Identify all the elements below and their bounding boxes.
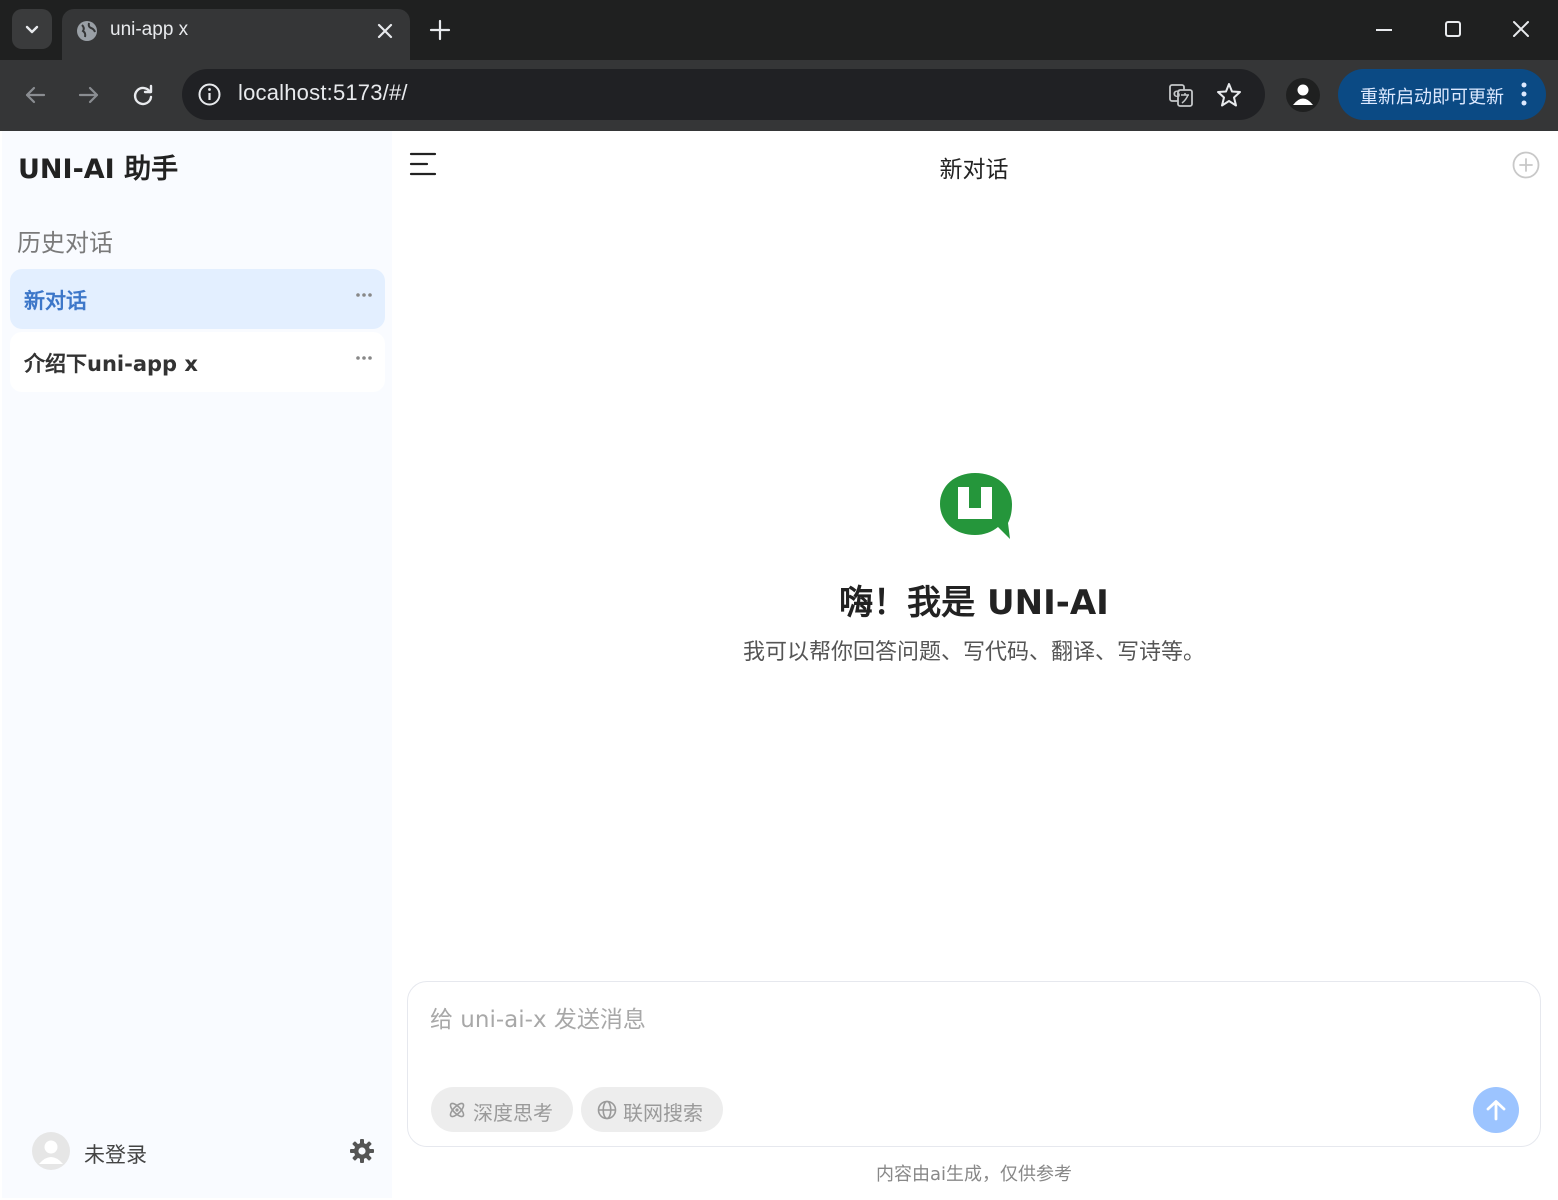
- message-input[interactable]: [430, 1004, 1330, 1036]
- tab-search-button[interactable]: [12, 9, 52, 49]
- user-row: 未登录: [32, 1131, 374, 1173]
- browser-tab[interactable]: uni-app x: [62, 9, 410, 60]
- translate-icon[interactable]: G: [1167, 81, 1195, 109]
- conversation-label: 介绍下uni-app x: [24, 352, 198, 376]
- web-search-label: 联网搜索: [623, 1101, 703, 1125]
- deep-think-label: 深度思考: [473, 1101, 553, 1125]
- more-horizontal-icon[interactable]: [355, 291, 373, 299]
- back-arrow-icon[interactable]: [20, 80, 50, 110]
- url-text[interactable]: localhost:5173/#/: [238, 80, 408, 106]
- close-tab-icon[interactable]: [374, 20, 396, 42]
- reload-icon[interactable]: [128, 80, 158, 110]
- message-composer: 深度思考 联网搜索: [407, 981, 1541, 1147]
- minimize-icon[interactable]: [1369, 14, 1399, 44]
- web-search-toggle[interactable]: 联网搜索: [581, 1087, 723, 1132]
- more-horizontal-icon[interactable]: [355, 354, 373, 362]
- send-button[interactable]: [1473, 1087, 1519, 1133]
- conversation-item-active[interactable]: 新对话: [10, 269, 385, 329]
- update-button-label: 重新启动即可更新: [1360, 87, 1504, 107]
- arrow-up-icon: [1486, 1100, 1506, 1121]
- chevron-down-icon: [25, 25, 39, 34]
- bookmark-star-icon[interactable]: [1215, 81, 1243, 109]
- user-login-status[interactable]: 未登录: [84, 1139, 147, 1169]
- tab-title: uni-app x: [110, 19, 189, 40]
- browser-titlebar: uni-app x: [0, 0, 1558, 60]
- chat-main: 新对话 嗨！我是 UNI-AI 我可以帮你回答问题、写代码、翻译、写诗等。 深度…: [392, 131, 1556, 1198]
- forward-arrow-icon[interactable]: [74, 80, 104, 110]
- globe-icon: [597, 1100, 617, 1120]
- sidebar: UNI-AI 助手 历史对话 新对话 介绍下uni-app x 未登录: [2, 131, 392, 1198]
- window-close-icon[interactable]: [1506, 14, 1536, 44]
- new-tab-icon[interactable]: [426, 16, 454, 44]
- welcome-title: 嗨！我是 UNI-AI: [839, 583, 1109, 623]
- app-title: UNI-AI 助手: [18, 154, 179, 185]
- svg-text:G: G: [1173, 90, 1180, 100]
- address-bar[interactable]: localhost:5173/#/ G: [182, 69, 1265, 120]
- gear-icon[interactable]: [348, 1137, 376, 1165]
- conversation-label: 新对话: [24, 289, 87, 313]
- person-icon: [1293, 84, 1313, 105]
- maximize-icon[interactable]: [1438, 14, 1468, 44]
- site-info-icon[interactable]: [196, 81, 223, 108]
- profile-button[interactable]: [1286, 78, 1320, 112]
- chat-title: 新对话: [939, 157, 1009, 183]
- page-content: UNI-AI 助手 历史对话 新对话 介绍下uni-app x 未登录 新对话 …: [2, 131, 1556, 1198]
- uni-ai-logo-icon: [940, 473, 1012, 539]
- user-avatar-icon[interactable]: [32, 1132, 70, 1170]
- atom-icon: [449, 1102, 465, 1118]
- ai-disclaimer: 内容由ai生成，仅供参考: [875, 1164, 1073, 1185]
- conversation-item[interactable]: 介绍下uni-app x: [10, 332, 385, 392]
- relaunch-update-button[interactable]: 重新启动即可更新: [1338, 69, 1546, 120]
- new-chat-plus-icon[interactable]: [1511, 150, 1541, 180]
- welcome-subtitle: 我可以帮你回答问题、写代码、翻译、写诗等。: [742, 640, 1205, 665]
- globe-icon: [77, 21, 97, 41]
- history-section-title: 历史对话: [17, 229, 113, 257]
- more-vertical-icon[interactable]: [1520, 81, 1528, 107]
- deep-think-toggle[interactable]: 深度思考: [431, 1087, 573, 1132]
- browser-toolbar: localhost:5173/#/ G 重新启动即可更新: [0, 60, 1558, 131]
